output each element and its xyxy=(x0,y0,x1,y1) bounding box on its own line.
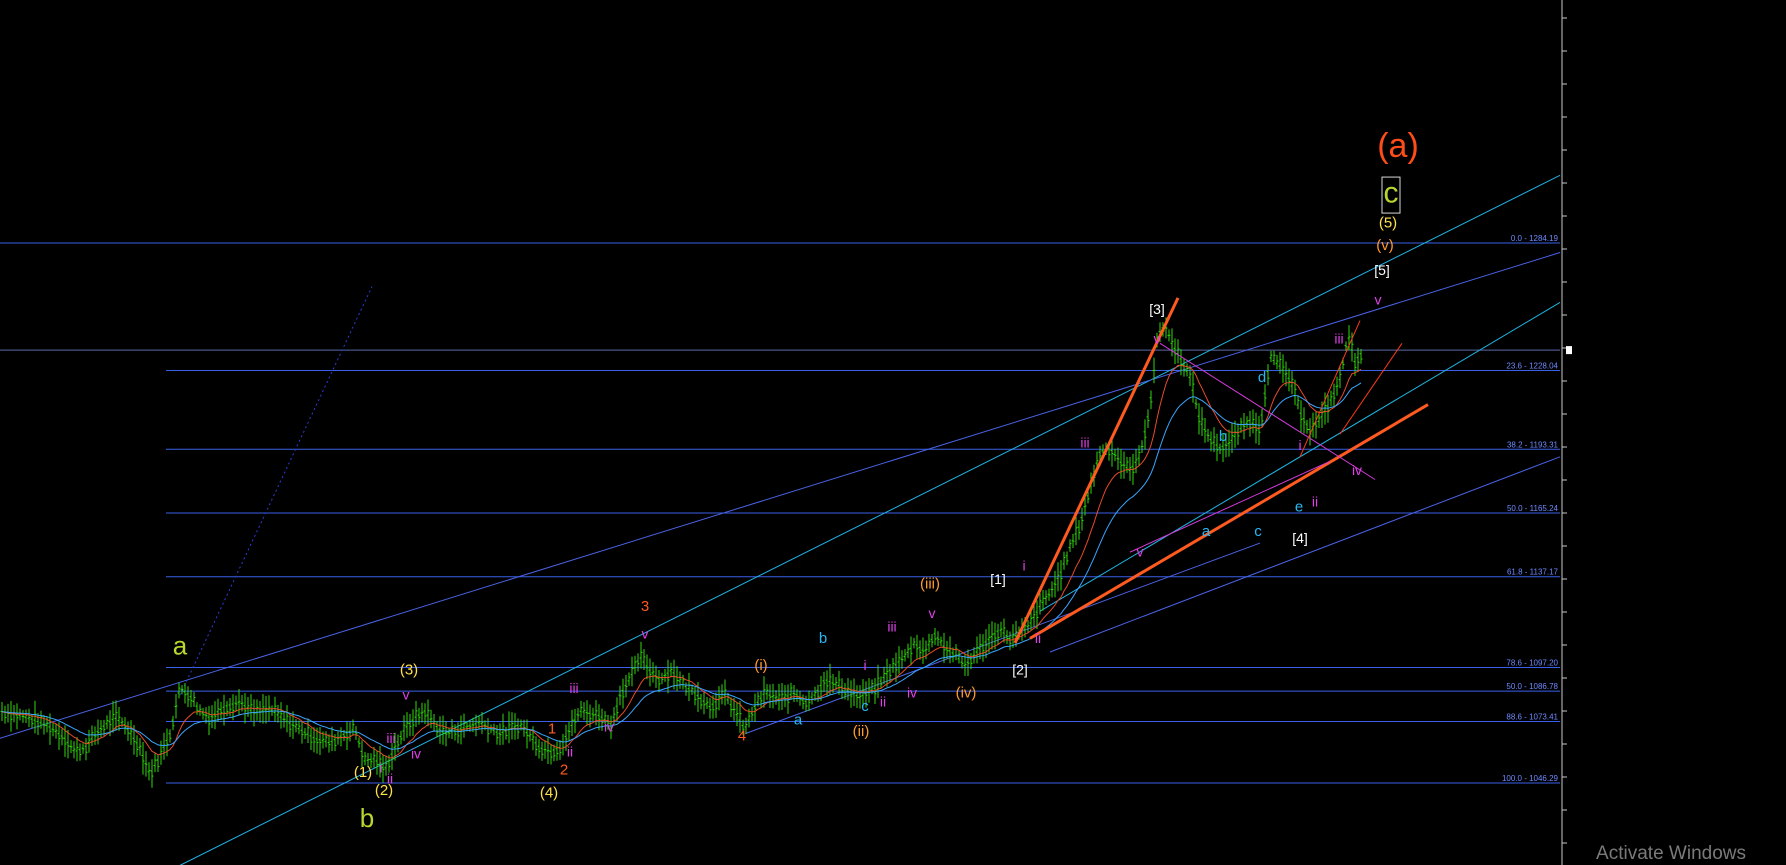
wave-label: (1) xyxy=(354,764,372,781)
wave-label: [1] xyxy=(990,571,1006,587)
wave-label: c xyxy=(1254,523,1262,540)
channel-line xyxy=(179,286,373,696)
wave-label: (v) xyxy=(1376,237,1394,254)
wave-label: 1 xyxy=(548,721,556,738)
wave-label: ii xyxy=(1312,494,1318,510)
wave-label: a xyxy=(173,630,188,660)
wave-label: ii xyxy=(880,693,886,709)
wave-label: ii xyxy=(1035,630,1041,646)
wave-label: (ii) xyxy=(853,723,870,740)
wave-label: c xyxy=(1384,177,1399,210)
fib-level-label: 23.6 - 1228.04 xyxy=(1506,361,1558,370)
fib-level-label: 0.0 - 1284.19 xyxy=(1511,234,1559,243)
channel-line xyxy=(179,174,1561,865)
wave-label: v xyxy=(1154,330,1161,346)
wave-label: (2) xyxy=(375,782,393,799)
wave-label: v xyxy=(403,687,410,703)
wave-label: iv xyxy=(907,684,917,700)
wave-label: (5) xyxy=(1379,215,1397,232)
wave-label: i xyxy=(379,759,382,775)
wave-label: 4 xyxy=(738,728,746,745)
wave-label: (i) xyxy=(754,657,767,674)
elliott-wave-chart[interactable]: 0.0 - 1284.19 23.6 - 1228.04 38.2 - 1193.3… xyxy=(0,0,1786,865)
wave-label: (a) xyxy=(1377,127,1419,165)
moving-averages xyxy=(1,364,1362,759)
wave-label: i xyxy=(1022,557,1025,573)
fib-level-label: 50.0 - 1165.24 xyxy=(1507,504,1559,513)
wave-label: iv xyxy=(604,718,614,734)
wave-label: b xyxy=(819,630,827,647)
wave-label: v xyxy=(1375,292,1382,308)
wave-label: b xyxy=(360,803,374,833)
wave-label: (iii) xyxy=(920,575,940,592)
fib-level-label: 38.2 - 1193.31 xyxy=(1507,440,1559,449)
wave-label: 3 xyxy=(641,598,649,615)
wave-label: v xyxy=(1137,544,1144,560)
price-candles xyxy=(0,317,1363,788)
wave-label: i xyxy=(863,657,866,673)
wave-labels: (a)c(5)(v)[5]v[3]viiivi[1]ii[2]dba ceiii[… xyxy=(173,127,1419,833)
wave-label: [2] xyxy=(1012,662,1028,678)
ema-fast-line xyxy=(1,364,1362,759)
wave-label: [3] xyxy=(1149,301,1165,317)
wave-label: a xyxy=(1202,523,1211,540)
wave-label: ii xyxy=(567,743,573,759)
wave-label: iv xyxy=(1352,462,1362,478)
fib-level-label: 50.0 - 1086.78 xyxy=(1506,682,1558,691)
trend-line-thin_orange xyxy=(1339,343,1403,435)
fib-level-label: 100.0 - 1046.29 xyxy=(1502,774,1559,783)
wave-label: b xyxy=(1219,428,1227,445)
activate-windows-watermark: Activate Windows xyxy=(1596,843,1746,864)
wave-label: d xyxy=(1258,369,1266,386)
wave-label: iii xyxy=(887,619,896,635)
wave-label: iii xyxy=(386,730,395,746)
wave-label: c xyxy=(861,698,869,715)
wave-label: iii xyxy=(569,680,578,696)
price-axis xyxy=(1561,0,1572,865)
wave-label: v xyxy=(642,625,649,641)
wave-label: iii xyxy=(1334,330,1343,346)
ema-slow-line xyxy=(1,382,1362,750)
chart-stage: 0.0 - 1284.19 23.6 - 1228.04 38.2 - 1193.3… xyxy=(0,0,1786,865)
current-price-marker xyxy=(1566,346,1572,355)
wave-label: (iv) xyxy=(956,684,977,701)
wave-label: iii xyxy=(1080,435,1089,451)
channel-line xyxy=(0,252,1561,739)
channel-lines xyxy=(0,174,1561,865)
channel-line xyxy=(1049,456,1561,653)
wave-label: [5] xyxy=(1374,262,1390,278)
wave-label: i xyxy=(1298,437,1301,453)
wave-label: iv xyxy=(411,746,421,762)
wave-label: e xyxy=(1295,498,1303,515)
wave-label: (4) xyxy=(540,784,558,801)
wave-label: 2 xyxy=(560,762,568,779)
wave-label: v xyxy=(929,605,936,621)
wave-label: (3) xyxy=(400,662,418,679)
fib-level-label: 61.8 - 1137.17 xyxy=(1507,568,1559,577)
fib-level-label: 88.6 - 1073.41 xyxy=(1506,712,1558,721)
fib-level-label: 78.6 - 1097.20 xyxy=(1506,658,1558,667)
wave-label: [4] xyxy=(1292,530,1308,546)
wave-label: a xyxy=(794,712,803,729)
